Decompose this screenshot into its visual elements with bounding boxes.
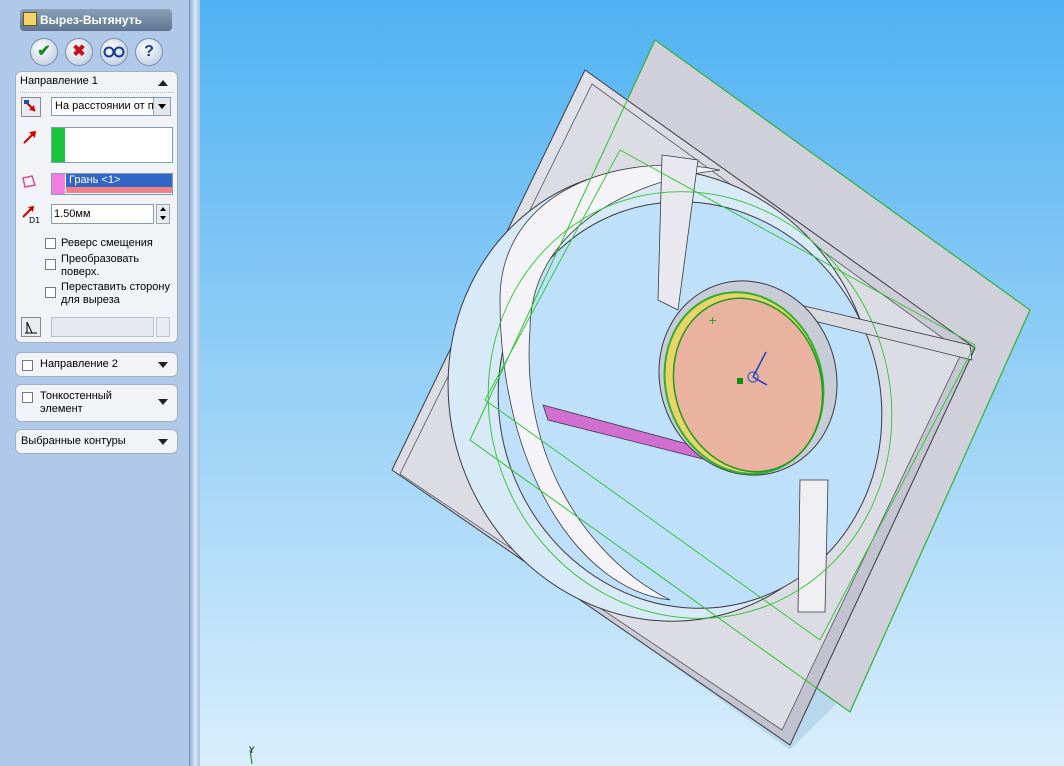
face-selection-box[interactable]: Грань <1>	[51, 173, 173, 195]
draft-icon	[25, 321, 37, 334]
end-condition-value: На расстоянии от п	[55, 100, 154, 112]
reverse-offset-label: Реверс смещения	[61, 237, 153, 249]
face-list-item[interactable]: Грань <1>	[66, 174, 172, 187]
cut-extrude-icon	[23, 12, 37, 26]
glasses-icon	[103, 46, 125, 58]
offset-distance-value: 1.50мм	[54, 208, 91, 220]
thin-feature-checkbox[interactable]	[22, 392, 33, 403]
direction1-header[interactable]: Направление 1	[20, 75, 98, 91]
cancel-button[interactable]: ✖	[65, 38, 93, 66]
collapse-arrow-icon[interactable]	[158, 80, 168, 86]
ok-button[interactable]: ✔	[30, 38, 58, 66]
property-manager: Вырез-Вытянуть ✔ ✖ ? Направление 1 На ра…	[0, 0, 190, 766]
sketch-point[interactable]	[737, 378, 743, 384]
offset-distance-input[interactable]: 1.50мм	[51, 204, 154, 224]
thin-feature-header[interactable]: Тонкостенный элемент	[40, 390, 140, 416]
reverse-direction-button[interactable]	[21, 97, 41, 117]
expand-arrow-icon[interactable]	[158, 439, 168, 445]
expand-arrow-icon[interactable]	[158, 399, 168, 405]
thin-feature-group: Тонкостенный элемент	[15, 384, 178, 422]
center-mark: +	[708, 314, 717, 327]
help-button[interactable]: ?	[135, 38, 163, 66]
direction2-checkbox[interactable]	[22, 360, 33, 371]
face-highlight	[66, 187, 172, 193]
direction2-group: Направление 2	[15, 352, 178, 377]
end-condition-select[interactable]: На расстоянии от п	[51, 97, 171, 116]
offset-distance-icon: D1	[22, 206, 40, 225]
selected-contours-group: Выбранные контуры	[15, 429, 178, 454]
graphics-area[interactable]: + Y	[200, 0, 1064, 766]
flip-side-checkbox[interactable]	[45, 287, 56, 298]
direction1-group: Направление 1 На расстоянии от п Грань <…	[15, 71, 178, 343]
draft-spinner[interactable]	[156, 317, 170, 337]
direction-vector-icon	[23, 131, 36, 144]
chevron-down-icon	[158, 104, 166, 109]
panel-splitter[interactable]	[190, 0, 200, 766]
expand-arrow-icon[interactable]	[158, 362, 168, 368]
face-color-swatch	[52, 174, 65, 194]
transform-surface-label: Преобразовать поверх.	[61, 253, 140, 278]
feature-title: Вырез-Вытянуть	[20, 9, 172, 31]
direction-selection-box[interactable]	[51, 127, 173, 163]
feature-title-text: Вырез-Вытянуть	[40, 13, 142, 27]
draft-button[interactable]	[21, 317, 41, 337]
spin-down-icon[interactable]	[160, 216, 166, 220]
model-view[interactable]: + Y	[200, 0, 1064, 766]
selected-contours-header[interactable]: Выбранные контуры	[21, 435, 126, 448]
selection-color-swatch	[52, 128, 65, 162]
flip-side-label: Переставить сторону для выреза	[61, 281, 170, 306]
dropdown-button[interactable]	[153, 98, 170, 115]
transform-surface-checkbox[interactable]	[45, 259, 56, 270]
triad-y-label: Y	[248, 746, 255, 756]
reverse-direction-icon	[24, 100, 36, 112]
reverse-offset-checkbox[interactable]	[45, 238, 56, 249]
face-icon	[22, 175, 36, 188]
group-divider	[20, 92, 173, 93]
draft-angle-input[interactable]	[51, 317, 154, 337]
preview-button[interactable]	[100, 38, 128, 66]
strut-bottom	[797, 479, 829, 613]
offset-icon-label: D1	[29, 216, 40, 225]
offset-spinner[interactable]	[156, 204, 170, 224]
spin-up-icon[interactable]	[160, 207, 166, 211]
direction2-header[interactable]: Направление 2	[40, 358, 118, 371]
